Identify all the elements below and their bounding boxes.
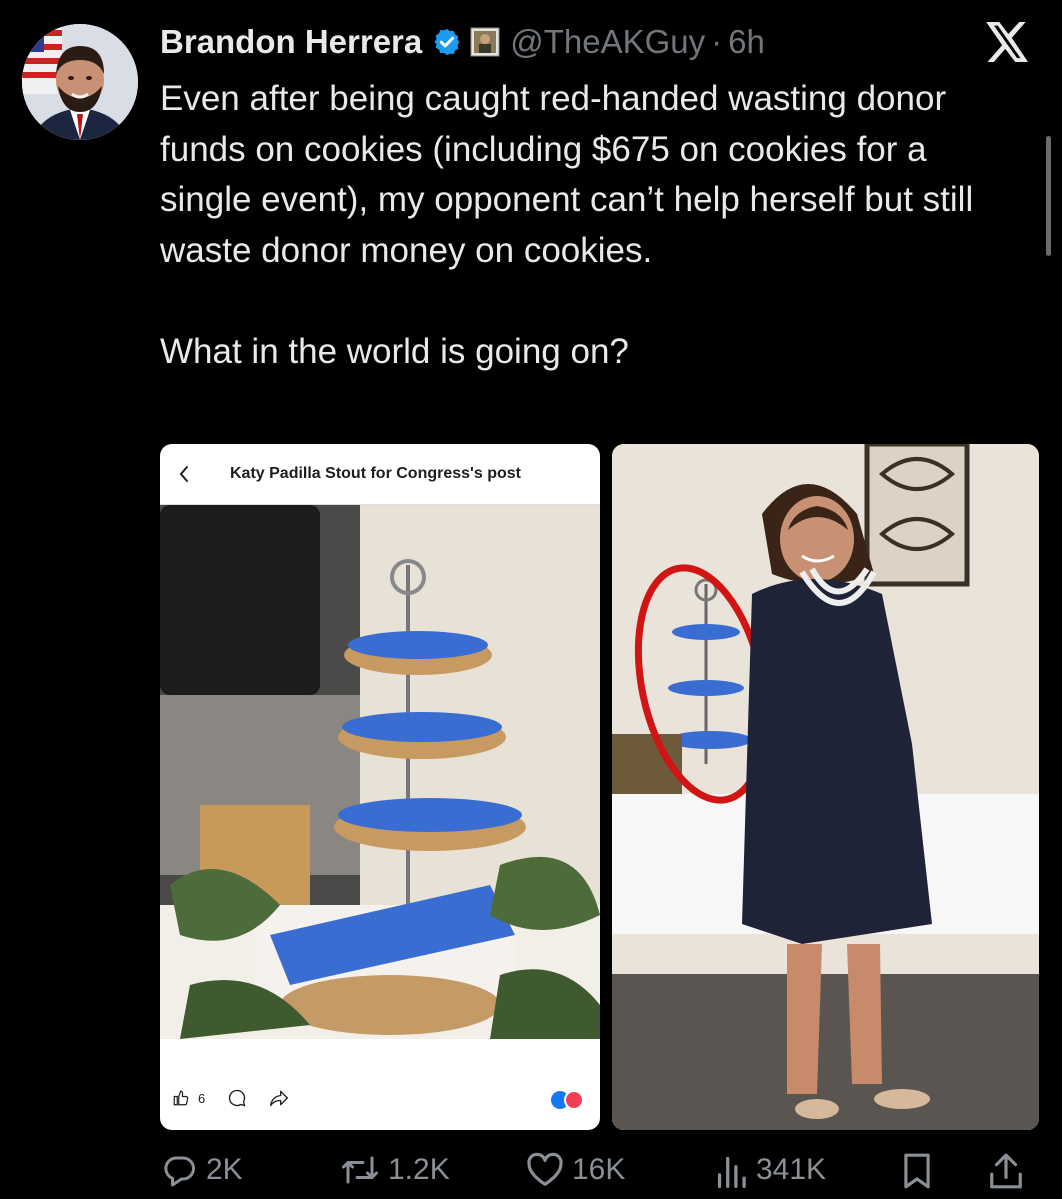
author-avatar[interactable]	[22, 24, 138, 140]
reply-icon	[164, 1156, 195, 1187]
verified-badge-icon	[434, 28, 460, 56]
author-handle[interactable]: @TheAKGuy	[510, 23, 705, 61]
share-button[interactable]	[988, 1152, 1024, 1190]
bookmark-icon	[904, 1153, 930, 1189]
tweet-action-bar: 2K 1.2K 16K 341K	[0, 1150, 1062, 1198]
embedded-like-count: 6	[198, 1090, 206, 1106]
scrollbar[interactable]	[1046, 136, 1051, 256]
bookmark-button[interactable]	[900, 1152, 934, 1190]
reply-button[interactable]: 2K	[162, 1152, 243, 1188]
tweet-text: Even after being caught red-handed wasti…	[160, 79, 974, 371]
embedded-post-actions: 6	[172, 1088, 289, 1108]
repost-button[interactable]: 1.2K	[340, 1152, 450, 1188]
thumbs-up-icon	[173, 1090, 189, 1106]
share-icon	[990, 1153, 1022, 1189]
embedded-post-footer: 6	[160, 1040, 600, 1130]
repost-count: 1.2K	[388, 1153, 450, 1186]
event-photo	[612, 444, 1039, 1130]
reactions-icon	[551, 1090, 584, 1110]
avatar-image	[22, 24, 138, 140]
affiliate-picture-icon	[470, 27, 500, 57]
views-button[interactable]: 341K	[714, 1152, 826, 1188]
repost-icon	[342, 1156, 378, 1184]
author-name[interactable]: Brandon Herrera	[160, 23, 422, 61]
embedded-post-header: Katy Padilla Stout for Congress's post	[160, 444, 600, 505]
embedded-post-title: Katy Padilla Stout for Congress's post	[230, 465, 521, 482]
tweet-timestamp[interactable]: 6h	[728, 23, 765, 61]
chevron-left-icon	[179, 466, 188, 482]
heart-icon	[527, 1152, 563, 1186]
cookie-display-photo	[160, 505, 600, 1039]
like-button[interactable]: 16K	[526, 1152, 625, 1188]
media-image-2[interactable]	[612, 444, 1039, 1130]
comment-icon	[229, 1089, 246, 1107]
view-count: 341K	[756, 1153, 827, 1186]
media-image-1[interactable]: Katy Padilla Stout for Congress's post 6	[160, 444, 600, 1130]
header-separator: ·	[711, 23, 723, 60]
tweet-header: Brandon Herrera @TheAKGuy · 6h	[160, 20, 765, 64]
views-chart-icon	[717, 1156, 746, 1188]
like-count: 16K	[572, 1153, 626, 1186]
share-icon	[270, 1090, 289, 1107]
x-logo-icon	[986, 22, 1028, 62]
reply-count: 2K	[206, 1153, 243, 1186]
